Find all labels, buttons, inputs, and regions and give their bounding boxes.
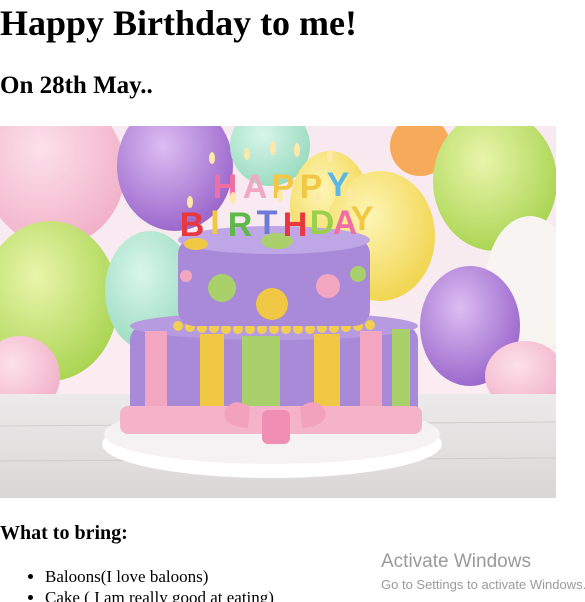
svg-text:P: P [272,168,295,206]
svg-text:I: I [210,204,219,242]
svg-text:H: H [283,206,308,244]
date-heading: On 28th May.. [0,72,153,99]
activate-windows-watermark: Activate Windows Go to Settings to activ… [381,551,585,594]
svg-text:Y: Y [327,166,350,204]
watermark-subtitle: Go to Settings to activate Windows. [381,577,585,592]
list-item: Baloons(I love baloons) [45,566,274,587]
svg-text:A: A [243,168,268,206]
svg-text:Y: Y [351,200,374,238]
page-title: Happy Birthday to me! [0,3,358,43]
svg-text:D: D [310,204,335,242]
birthday-cake-image: B I R T H D A Y H A P P Y [0,126,556,498]
list-item: Cake ( I am really good at eating) [45,587,274,602]
svg-text:B: B [180,206,205,244]
svg-text:R: R [228,206,253,244]
watermark-title: Activate Windows [381,551,531,572]
svg-text:T: T [257,204,278,242]
bring-list: Baloons(I love baloons) Cake ( I am real… [0,566,274,602]
what-to-bring-heading: What to bring: [0,522,128,544]
